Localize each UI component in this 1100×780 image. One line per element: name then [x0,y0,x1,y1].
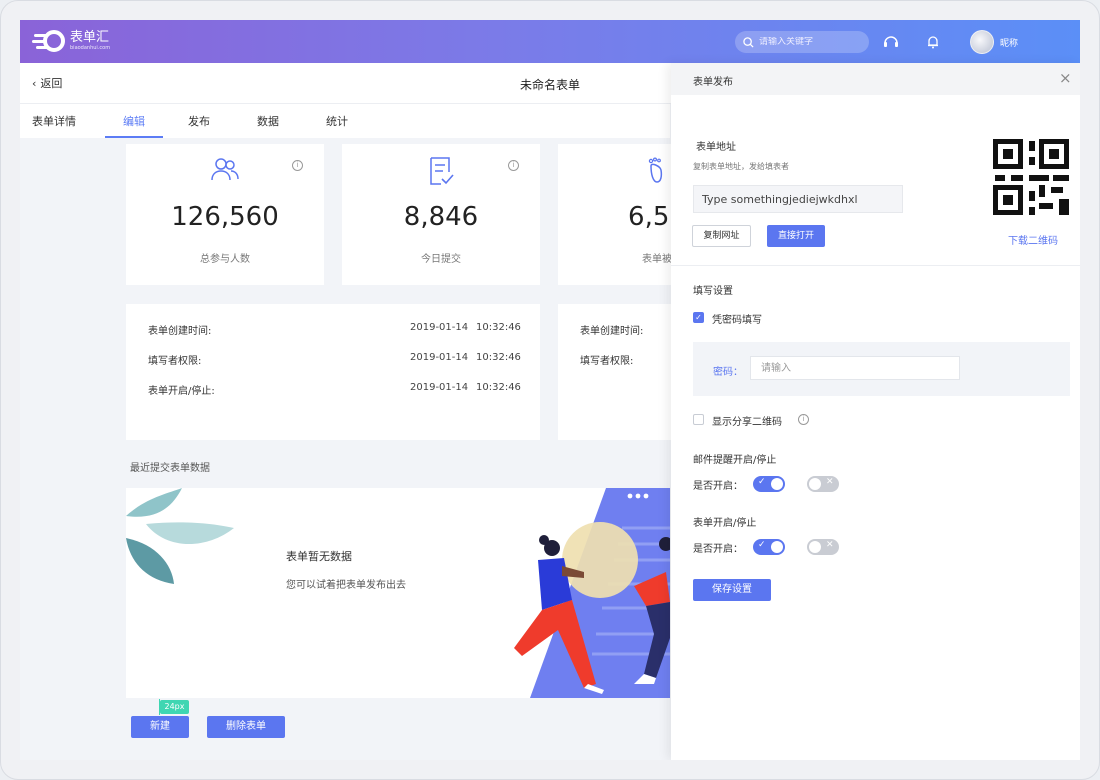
avatar[interactable] [970,30,994,54]
spacing-badge: 24px [160,700,189,714]
email-toggle-off[interactable]: ✕ [807,476,839,492]
publish-drawer: 表单发布 × 表单地址 复制表单地址，发给填表者 复制网址 直接打开 [671,63,1080,760]
users-icon [211,158,239,181]
form-check-icon [430,157,454,185]
info-date: 2019-01-14 [410,322,469,333]
form-address-hint: 复制表单地址，发给填表者 [693,162,789,171]
open-direct-button[interactable]: 直接打开 [767,225,825,247]
headset-icon[interactable] [882,33,900,51]
logo[interactable]: 表单汇 biaodanhui.com [32,29,110,53]
search-icon [743,36,754,48]
empty-state-panel: 表单暂无数据 您可以试着把表单发布出去 [126,488,670,698]
new-button[interactable]: 新建 [131,716,189,738]
show-qr-checkbox[interactable] [693,414,704,425]
x-icon: ✕ [826,477,834,487]
delete-form-button[interactable]: 删除表单 [207,716,285,738]
password-panel: 密码： [693,342,1070,396]
back-button[interactable]: ‹ 返回 [32,75,62,91]
info-date: 2019-01-14 [410,352,469,363]
app-window: 表单汇 biaodanhui.com 昵称 ‹ 返回 未命名表单 表单 [20,20,1080,760]
email-toggle-on[interactable]: ✓ [753,476,785,492]
back-label: 返回 [40,77,63,90]
info-icon[interactable]: i [798,414,809,425]
info-label-created: 表单创建时间: [580,326,644,337]
stat-value: 126,560 [171,202,279,232]
page-title: 未命名表单 [520,78,581,92]
form-toggle-off[interactable]: ✕ [807,539,839,555]
active-tab-indicator [105,136,163,138]
drawer-title: 表单发布 [693,77,733,88]
tab-bar: 表单详情 编辑 发布 数据 统计 [20,104,670,138]
enable-label: 是否开启： [693,481,743,492]
stat-card-today: i 8,846 今日提交 [342,144,540,285]
stat-card-participants: i 126,560 总参与人数 [126,144,324,285]
fill-settings-title: 填写设置 [693,286,733,297]
form-info-card: 表单创建时间: 2019-01-14 10:32:46 填写者权限: 2019-… [126,304,540,440]
drawer-header: 表单发布 × [671,63,1080,95]
divider [671,265,1080,266]
toggle-knob [771,478,783,490]
check-icon: ✓ [758,477,766,487]
chevron-left-icon: ‹ [32,76,37,90]
qr-code-icon [993,139,1069,215]
tab-edit[interactable]: 编辑 [123,113,145,129]
toggle-knob [809,541,821,553]
empty-description: 您可以试着把表单发布出去 [286,580,406,591]
info-icon[interactable]: i [508,160,519,171]
password-fill-label: 凭密码填写 [712,315,762,326]
close-icon[interactable]: × [1059,69,1072,87]
check-icon: ✓ [758,540,766,550]
password-fill-checkbox[interactable]: ✓ [693,312,704,323]
top-bar: 表单汇 biaodanhui.com 昵称 [20,20,1080,63]
search-input[interactable] [759,37,859,47]
stat-value: 8,846 [403,202,479,232]
stat-label: 今日提交 [421,254,461,265]
footprint-icon [648,157,663,183]
info-time: 10:32:46 [476,382,521,393]
empty-illustration [126,488,670,698]
empty-title: 表单暂无数据 [286,550,352,563]
x-icon: ✕ [826,540,834,550]
logo-icon [32,30,65,52]
info-label-toggle: 表单开启/停止: [148,386,215,397]
toggle-knob [809,478,821,490]
user-nickname[interactable]: 昵称 [1000,36,1018,49]
toggle-knob [771,541,783,553]
info-label-permission: 填写者权限: [580,356,634,367]
stat-label: 总参与人数 [200,254,250,265]
bell-icon[interactable] [924,33,942,51]
form-address-title: 表单地址 [696,142,736,153]
password-label: 密码： [713,367,743,378]
tab-publish[interactable]: 发布 [188,113,210,129]
recent-section-title: 最近提交表单数据 [130,463,210,474]
app-domain: biaodanhui.com [70,44,111,51]
password-input[interactable] [750,356,960,380]
tab-form-details[interactable]: 表单详情 [32,113,76,129]
show-qr-label: 显示分享二维码 [712,417,782,428]
save-settings-button[interactable]: 保存设置 [693,579,771,601]
enable-label: 是否开启： [693,544,743,555]
email-toggle-title: 邮件提醒开启/停止 [693,455,777,466]
tab-statistics[interactable]: 统计 [326,113,348,129]
info-date: 2019-01-14 [410,382,469,393]
info-icon[interactable]: i [292,160,303,171]
form-url-field[interactable] [693,185,903,213]
info-label-permission: 填写者权限: [148,356,202,367]
form-toggle-title: 表单开启/停止 [693,518,757,529]
info-label-created: 表单创建时间: [148,326,212,337]
copy-url-button[interactable]: 复制网址 [692,225,751,247]
search-box[interactable] [735,31,869,53]
tab-data[interactable]: 数据 [257,113,279,129]
info-time: 10:32:46 [476,352,521,363]
app-name: 表单汇 [70,29,110,45]
download-qr-link[interactable]: 下载二维码 [1008,232,1058,247]
form-toggle-on[interactable]: ✓ [753,539,785,555]
info-time: 10:32:46 [476,322,521,333]
